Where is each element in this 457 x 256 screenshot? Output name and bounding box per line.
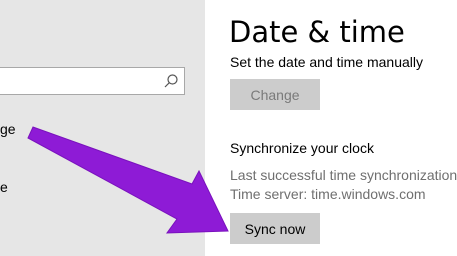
date-time-panel: Date & time Set the date and time manual…	[205, 0, 457, 256]
synchronize-clock-heading: Synchronize your clock	[230, 140, 374, 156]
time-server-text: Time server: time.windows.com	[230, 186, 426, 202]
sync-now-button[interactable]: Sync now	[230, 213, 320, 244]
search-icon[interactable]	[163, 73, 179, 89]
last-sync-text: Last successful time synchronization:	[230, 167, 457, 183]
settings-search-box[interactable]	[0, 67, 185, 95]
page-title: Date & time	[229, 15, 405, 49]
set-time-manually-label: Set the date and time manually	[230, 54, 424, 70]
sidebar-item-partial-1[interactable]: ge	[0, 121, 16, 137]
change-button[interactable]: Change	[230, 79, 320, 110]
sidebar-item-partial-2[interactable]: e	[0, 179, 8, 195]
settings-sidebar: ge e	[0, 0, 205, 256]
